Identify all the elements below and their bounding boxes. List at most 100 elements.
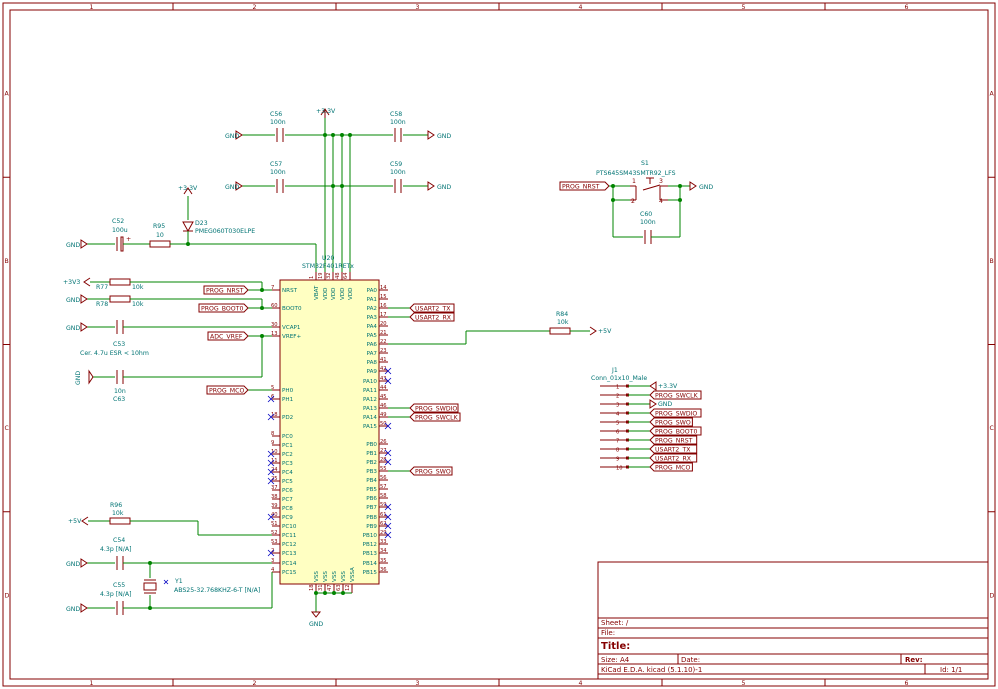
tb-size: Size: A4 — [601, 656, 630, 664]
gnd-c55: GND — [66, 606, 80, 613]
mcu-pin-number: 35 — [380, 558, 387, 564]
mcu-pin-name: PB0 — [366, 442, 377, 448]
s1-val: PTS645SM43SMTR92_LFS — [596, 170, 676, 177]
mcu-pin-name: VSS — [332, 571, 338, 582]
mcu-pin-number: 19 — [318, 272, 324, 279]
svg-text:2: 2 — [631, 198, 635, 205]
mcu-pin-name: PA9 — [367, 369, 378, 375]
vss-section: GND — [309, 591, 352, 628]
mcu-pin-name: PB13 — [363, 551, 378, 557]
mcu-pin-number: 57 — [380, 484, 387, 490]
mcu-pin-name: VDD — [348, 288, 354, 300]
mcu-pin-name: PA11 — [363, 388, 377, 394]
c57-ref: C57 — [270, 161, 282, 168]
svg-text:USART2_RX: USART2_RX — [655, 456, 692, 463]
title-block: Sheet: / File: Title: Size: A4 Date: Rev… — [597, 561, 989, 680]
c54-val: 4.3p [N/A] — [100, 546, 132, 553]
mcu-pin-number: 11 — [271, 458, 278, 464]
j1-net-label: USART2_TX — [649, 444, 698, 454]
mcu-pin-name: PB5 — [366, 487, 377, 493]
svg-text:USART2_RX: USART2_RX — [415, 315, 452, 322]
label-usart2-rx-mcu: USART2_RX — [409, 312, 455, 322]
mcu-ref: U20 — [322, 255, 334, 262]
svg-text:PROG_BOOT0: PROG_BOOT0 — [201, 306, 243, 313]
mcu-pin-name: VSS — [341, 571, 347, 582]
c59-val: 100n — [390, 169, 406, 176]
r78-val: 10k — [132, 301, 144, 308]
s1-ref: S1 — [641, 160, 649, 167]
c57-val: 100n — [270, 169, 286, 176]
mcu-pin-number: 25 — [271, 476, 278, 482]
mcu-pin-name: PA13 — [363, 406, 377, 412]
mcu-pin-name: PB8 — [366, 515, 377, 521]
schematic-sheet: 112233445566A AB BC CD D +3.3V C56 100n GND … — [2, 2, 996, 687]
mcu-pin-name: PC14 — [282, 561, 297, 567]
r78-ref: R78 — [96, 301, 108, 308]
c63-ref: C63 — [113, 396, 125, 403]
r95-ref: R95 — [153, 223, 165, 230]
tb-title: Title: — [601, 641, 630, 652]
frame-col-top: 3 — [416, 4, 420, 11]
mcu-pin-number: 41 — [380, 357, 387, 363]
mcu-pin-number: 1 — [309, 276, 315, 279]
y1-val: ABS25-32.768KHZ-6-T [N/A] — [174, 587, 260, 594]
frame-row-left: B — [5, 258, 9, 265]
mcu-pin-name: PC8 — [282, 506, 293, 512]
mcu-pin-name: PC11 — [282, 533, 297, 539]
r84-val: 10k — [557, 319, 569, 326]
frame-col-bottom: 5 — [742, 680, 746, 687]
mcu-pin-name: VSS — [314, 571, 320, 582]
mcu-pin-name: PA7 — [367, 351, 378, 357]
mcu-pin-number: 20 — [380, 321, 387, 327]
mcu-pin-name: PC3 — [282, 461, 293, 467]
mcu-pin-name: VSSA — [350, 567, 356, 582]
j1-pin-number: 3 — [616, 403, 619, 409]
mcu-pin-name: PB1 — [366, 451, 377, 457]
gnd-c53: GND — [66, 325, 80, 332]
svg-text:ADC_VREF: ADC_VREF — [210, 334, 243, 341]
mcu-pin-name: PC6 — [282, 488, 293, 494]
svg-text:GND: GND — [658, 401, 672, 408]
left-section: +3V3 R77 10k GND R78 10k GND C53 Cer. 4.… — [63, 277, 273, 615]
r95-val: 10 — [156, 232, 164, 239]
j1-pin-number: 1 — [616, 385, 619, 391]
mcu-pin-number: 24 — [271, 467, 278, 473]
tb-date: Date: — [681, 656, 700, 664]
svg-text:PROG_NRST: PROG_NRST — [206, 288, 244, 295]
svg-text:PROG_SWDIO: PROG_SWDIO — [655, 411, 697, 418]
mcu-pin-number: 39 — [271, 503, 278, 509]
j1-net-label: PROG_BOOT0 — [649, 426, 702, 436]
svg-text:USART2_TX: USART2_TX — [415, 306, 451, 313]
connector-j1: J1 Conn_01x10_Male 1 +3.3V 2 PROG_SWCLK 3 GND… — [591, 367, 702, 472]
j1-pin-number: 4 — [616, 412, 620, 418]
mcu-pin-name: PA3 — [367, 315, 378, 321]
svg-text:3: 3 — [659, 178, 663, 185]
frame-row-left: A — [5, 91, 10, 98]
svg-text:PROG_SWCLK: PROG_SWCLK — [415, 415, 459, 422]
c56-val: 100n — [270, 119, 286, 126]
svg-text:PROG_SWCLK: PROG_SWCLK — [655, 393, 699, 400]
mcu-pin-name: PB6 — [366, 496, 377, 502]
mcu-pin-number: 40 — [271, 512, 278, 518]
mcu-pin-name: PB15 — [363, 570, 378, 576]
label-usart2-tx-mcu: USART2_TX — [409, 303, 455, 313]
mcu-pin-number: 16 — [380, 303, 387, 309]
frame-col-top: 4 — [579, 4, 583, 11]
mcu-pin-number: 64 — [343, 272, 349, 279]
v5-r84: +5V — [598, 328, 612, 335]
j1-net-label: PROG_MCO — [649, 462, 693, 472]
gnd-r78: GND — [66, 297, 80, 304]
mcu-pin-number: 46 — [380, 403, 387, 409]
c54-ref: C54 — [113, 537, 125, 544]
mcu-pin-name: PC1 — [282, 443, 293, 449]
mcu-pin-name: PC9 — [282, 515, 293, 521]
mcu-pin-name: VBAT — [314, 285, 320, 300]
mcu-pin-name: PA2 — [367, 306, 377, 312]
decoupling-section: +3.3V C56 100n GND C58 100n GND C57 100n… — [188, 108, 451, 280]
mcu-pin-number: 10 — [271, 449, 278, 455]
mcu-pin-number: 14 — [380, 285, 387, 291]
j1-pin-number: 10 — [616, 466, 623, 472]
svg-text:PROG_MCO: PROG_MCO — [655, 465, 690, 472]
mcu-pin-name: VDD — [331, 288, 337, 300]
r77-val: 10k — [132, 284, 144, 291]
